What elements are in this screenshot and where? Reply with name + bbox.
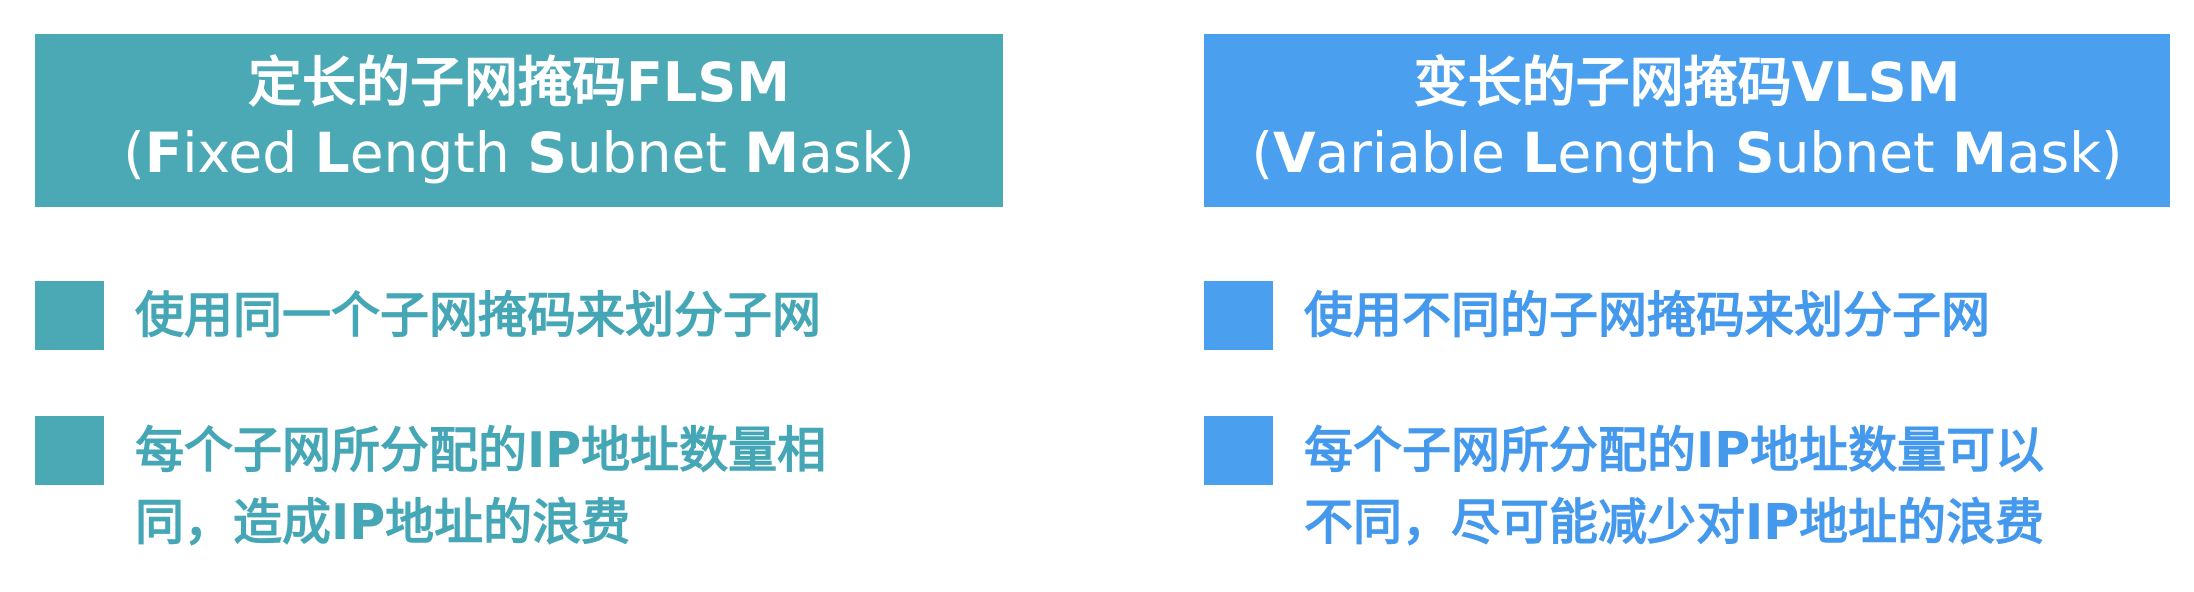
flsm-point-2-text: 每个子网所分配的IP地址数量相 同，造成IP地址的浪费 <box>135 415 1003 559</box>
subtitle-word-rest: ength <box>1557 121 1735 185</box>
point-line-1: 使用不同的子网掩码来划分子网 <box>1304 287 1991 344</box>
point-line-1: 每个子网所分配的IP地址数量相 <box>135 422 827 479</box>
point-line-2: 同，造成IP地址的浪费 <box>135 494 631 551</box>
vlsm-point-2-text: 每个子网所分配的IP地址数量可以 不同，尽可能减少对IP地址的浪费 <box>1304 415 2170 559</box>
subtitle-word-rest: ixed <box>182 121 315 185</box>
subtitle-word-rest: ask <box>2006 121 2102 185</box>
subtitle-initial: M <box>744 121 800 185</box>
vlsm-point-1-text: 使用不同的子网掩码来划分子网 <box>1304 280 2170 352</box>
flsm-subtitle: (Fixed Length Subnet Mask) <box>35 117 1003 189</box>
square-bullet-icon <box>1204 281 1273 350</box>
vlsm-header: 变长的子网掩码VLSM (Variable Length Subnet Mask… <box>1204 34 2170 207</box>
subtitle-initial: M <box>1952 121 2007 185</box>
point-line-2: 不同，尽可能减少对IP地址的浪费 <box>1304 494 2045 551</box>
subtitle-initial: L <box>1522 121 1558 185</box>
subtitle-word-rest: ask <box>799 121 894 185</box>
subtitle-initial: F <box>144 121 183 185</box>
subtitle-word-rest: ubnet <box>1774 121 1953 185</box>
square-bullet-icon <box>35 281 104 350</box>
subtitle-word-rest: ariable <box>1315 121 1523 185</box>
subtitle-word-rest: ubnet <box>566 121 745 185</box>
subtitle-close-paren: ) <box>2101 121 2123 185</box>
flsm-header: 定长的子网掩码FLSM (Fixed Length Subnet Mask) <box>35 34 1003 207</box>
vlsm-title: 变长的子网掩码VLSM <box>1413 51 1961 114</box>
flsm-point-1-text: 使用同一个子网掩码来划分子网 <box>135 280 1003 352</box>
square-bullet-icon <box>35 416 104 485</box>
subtitle-initial: L <box>314 121 350 185</box>
subtitle-open-paren: ( <box>123 121 145 185</box>
point-line-1: 每个子网所分配的IP地址数量可以 <box>1304 422 2045 479</box>
vlsm-subtitle: (Variable Length Subnet Mask) <box>1204 117 2170 189</box>
subtitle-initial: V <box>1272 121 1316 185</box>
subtitle-initial: S <box>527 121 567 185</box>
subtitle-close-paren: ) <box>893 121 915 185</box>
point-line-1: 使用同一个子网掩码来划分子网 <box>135 287 822 344</box>
flsm-title: 定长的子网掩码FLSM <box>248 51 790 114</box>
subtitle-word-rest: ength <box>349 121 528 185</box>
subtitle-open-paren: ( <box>1251 121 1273 185</box>
square-bullet-icon <box>1204 416 1273 485</box>
subtitle-initial: S <box>1734 121 1775 185</box>
